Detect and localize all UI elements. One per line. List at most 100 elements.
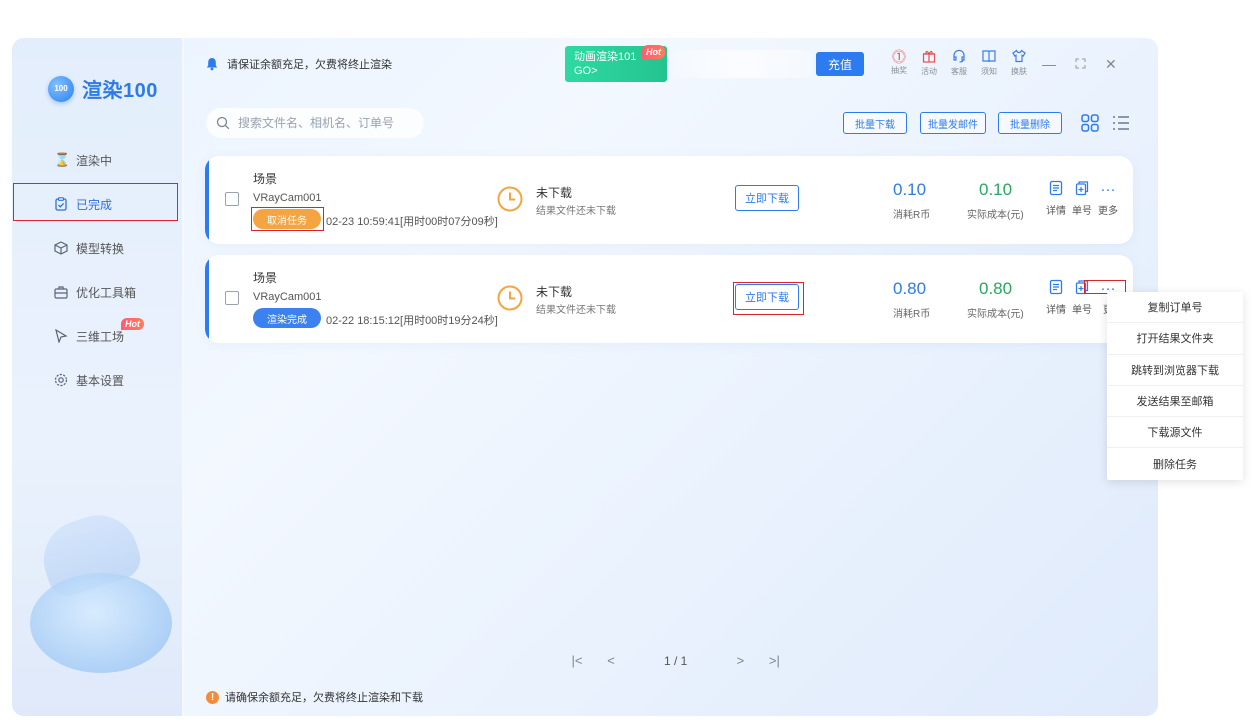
sidebar-nav: ⌛ 渲染中 已完成 模型转换 优化工具箱 三维工场 Hot 基本设置 — [12, 138, 182, 402]
cursor-3d-icon — [54, 328, 68, 344]
download-now-button[interactable]: 立即下载 — [735, 185, 799, 211]
download-status-sub: 结果文件还未下载 — [536, 305, 616, 316]
search-box — [206, 108, 424, 138]
guide-button[interactable]: 须知 — [974, 49, 1004, 77]
activity-button[interactable]: 活动 — [914, 49, 944, 77]
list-view-icon[interactable] — [1112, 114, 1130, 132]
service-button[interactable]: 客服 — [944, 49, 974, 77]
task-card: 场景 VRayCam001 取消任务 02-23 10:59:41[用时00时0… — [205, 156, 1133, 244]
document-icon — [1043, 279, 1069, 301]
download-status: 未下载 — [536, 186, 573, 200]
search-icon — [216, 116, 230, 130]
grid-view-icon[interactable] — [1081, 114, 1099, 132]
rcoin-label: 消耗R币 — [893, 210, 931, 221]
balance-notice: 请保证余额充足，欠费将终止渲染 — [205, 56, 392, 72]
batch-download-button[interactable]: 批量下载 — [843, 112, 907, 134]
footer-text: 请确保余额充足，欠费将终止渲染和下载 — [225, 692, 423, 704]
prize-icon: ⓵ — [892, 49, 906, 65]
rcoin-value: 0.10 — [893, 180, 927, 199]
menu-browser-download[interactable]: 跳转到浏览器下载 — [1107, 355, 1243, 386]
app-window: 100 渲染100 ⌛ 渲染中 已完成 模型转换 优化工具箱 三维工场 Hot … — [12, 38, 1158, 716]
minimize-icon[interactable]: — — [1042, 56, 1056, 73]
gift-icon — [914, 49, 944, 66]
shirt-icon — [1004, 49, 1034, 66]
promo-banner[interactable]: 动画渲染101 GO> Hot — [565, 45, 667, 82]
last-page-icon[interactable]: >| — [757, 653, 791, 668]
sidebar-item-settings[interactable]: 基本设置 — [12, 358, 182, 402]
scene-name: 场景 — [253, 172, 278, 186]
menu-copy-order[interactable]: 复制订单号 — [1107, 292, 1243, 324]
page-indicator: 1 / 1 — [664, 653, 688, 668]
highlight-box-download — [733, 282, 804, 315]
sidebar-item-label: 基本设置 — [76, 373, 125, 388]
sidebar-item-rendering[interactable]: ⌛ 渲染中 — [12, 138, 182, 182]
download-status: 未下载 — [536, 285, 573, 299]
task-time: 02-23 10:59:41[用时00时07分09秒] — [326, 216, 498, 228]
sidebar-item-toolbox[interactable]: 优化工具箱 — [12, 270, 182, 314]
pagination: |< < 1 / 1 > >| — [560, 653, 791, 668]
cost-label: 实际成本(元) — [967, 210, 1024, 221]
camera-name: VRayCam001 — [253, 291, 322, 303]
batch-delete-button[interactable]: 批量删除 — [998, 112, 1062, 134]
hot-badge: Hot — [121, 318, 144, 330]
logo-text: 渲染100 — [82, 80, 158, 102]
batch-mail-button[interactable]: 批量发邮件 — [920, 112, 986, 134]
top-tools: ⓵ 抽奖 活动 客服 须知 换肤 — [884, 49, 1034, 77]
warning-icon: ! — [206, 690, 219, 704]
bell-icon — [206, 58, 218, 71]
recharge-button[interactable]: 充值 — [816, 52, 864, 76]
menu-send-email[interactable]: 发送结果至邮箱 — [1107, 386, 1243, 418]
rcoin-label: 消耗R币 — [893, 309, 931, 320]
menu-open-folder[interactable]: 打开结果文件夹 — [1107, 323, 1243, 355]
hourglass-icon: ⌛ — [54, 152, 71, 167]
more-context-menu: 复制订单号 打开结果文件夹 跳转到浏览器下载 发送结果至邮箱 下载源文件 删除任… — [1107, 292, 1243, 480]
window-controls: — ✕ — [1042, 56, 1117, 73]
notice-text: 请保证余额充足，欠费将终止渲染 — [227, 59, 392, 71]
task-time: 02-22 18:15:12[用时00时19分24秒] — [326, 315, 498, 327]
task-checkbox[interactable] — [225, 291, 239, 305]
toolbox-icon — [54, 285, 68, 299]
sidebar-item-label: 优化工具箱 — [76, 285, 137, 300]
first-page-icon[interactable]: |< — [560, 653, 594, 668]
skin-button[interactable]: 换肤 — [1004, 49, 1034, 77]
footer-notice: ! 请确保余额充足，欠费将终止渲染和下载 — [206, 689, 423, 705]
camera-name: VRayCam001 — [253, 192, 322, 204]
rcoin-value: 0.80 — [893, 279, 927, 298]
next-page-icon[interactable]: > — [723, 653, 757, 668]
gear-icon — [54, 373, 68, 387]
more-dots-icon: ··· — [1100, 181, 1116, 198]
logo-badge: 100 — [48, 75, 74, 102]
clock-icon — [497, 186, 523, 212]
menu-delete-task[interactable]: 删除任务 — [1107, 448, 1243, 479]
details-button[interactable]: 详情 — [1043, 180, 1069, 217]
decoration-disk — [30, 573, 172, 673]
sidebar-item-label: 三维工场 — [76, 329, 125, 344]
scene-name: 场景 — [253, 271, 278, 285]
highlight-box-completed — [13, 183, 178, 221]
maximize-icon[interactable] — [1075, 56, 1086, 73]
prev-page-icon[interactable]: < — [594, 653, 628, 668]
search-input[interactable] — [238, 116, 408, 130]
details-button[interactable]: 详情 — [1043, 279, 1069, 316]
cost-label: 实际成本(元) — [967, 309, 1024, 320]
book-icon — [974, 49, 1004, 66]
sidebar-item-label: 模型转换 — [76, 241, 125, 256]
headset-icon — [944, 49, 974, 66]
prize-button[interactable]: ⓵ 抽奖 — [884, 49, 914, 77]
task-actions: 详情 单号 ··· 更多 — [1043, 180, 1121, 217]
highlight-box-cancel — [251, 207, 324, 231]
close-icon[interactable]: ✕ — [1105, 56, 1117, 73]
hot-badge: Hot — [642, 45, 665, 59]
cost-value: 0.10 — [979, 180, 1013, 199]
app-logo: 100 渲染100 — [48, 74, 158, 103]
menu-download-source[interactable]: 下载源文件 — [1107, 417, 1243, 449]
account-info-blurred — [672, 50, 812, 78]
clock-icon — [497, 285, 523, 311]
sidebar-item-3d-factory[interactable]: 三维工场 Hot — [12, 314, 182, 358]
order-number-button[interactable]: 单号 — [1069, 180, 1095, 217]
more-button[interactable]: ··· 更多 — [1095, 180, 1121, 217]
sidebar-divider — [182, 38, 184, 716]
sidebar-item-model-convert[interactable]: 模型转换 — [12, 226, 182, 270]
task-checkbox[interactable] — [225, 192, 239, 206]
task-card: 场景 VRayCam001 渲染完成 02-22 18:15:12[用时00时1… — [205, 255, 1133, 343]
